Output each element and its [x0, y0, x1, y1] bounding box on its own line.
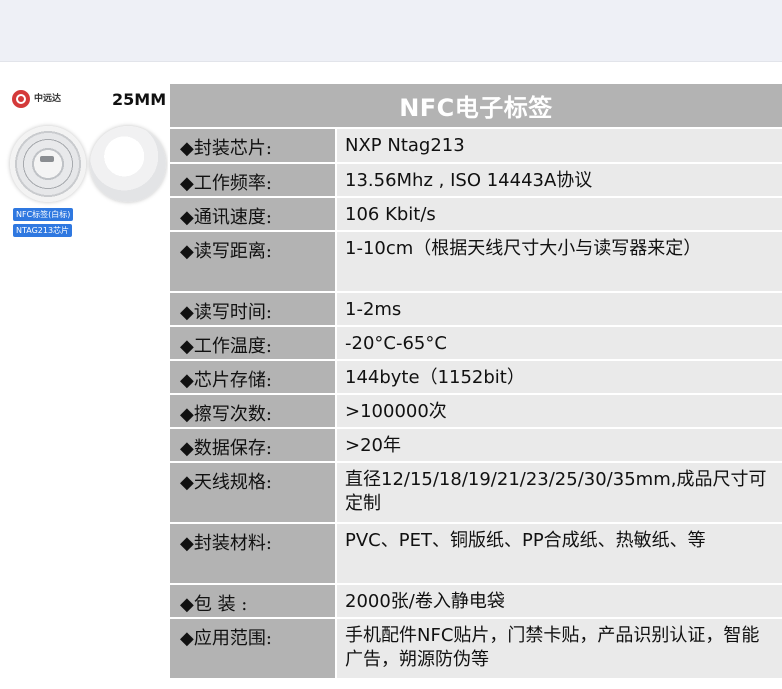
spec-row: ◆封装芯片: NXP Ntag213	[168, 127, 782, 162]
spec-label: ◆工作频率:	[168, 164, 335, 196]
brand-logo-icon	[12, 90, 30, 108]
brand-name: 中远达	[34, 93, 62, 104]
spec-value: -20°C-65°C	[335, 327, 782, 359]
spec-row: ◆天线规格: 直径12/15/18/19/21/23/25/30/35mm,成品…	[168, 461, 782, 522]
spec-label: ◆天线规格:	[168, 463, 335, 522]
spec-label: ◆工作温度:	[168, 327, 335, 359]
spec-row: ◆工作温度: -20°C-65°C	[168, 325, 782, 359]
spec-value: 1-10cm（根据天线尺寸大小与读写器来定）	[335, 232, 782, 291]
spec-value: NXP Ntag213	[335, 129, 782, 162]
spec-row: ◆工作频率: 13.56Mhz , ISO 14443A协议	[168, 162, 782, 196]
size-label: 25MM	[112, 90, 167, 109]
spec-row: ◆擦写次数: >100000次	[168, 393, 782, 427]
brand-logo: 中远达	[12, 90, 61, 108]
spec-table-title: NFC电子标签	[168, 84, 782, 127]
spec-value: >100000次	[335, 395, 782, 427]
spec-row: ◆应用范围: 手机配件NFC贴片，门禁卡贴，产品识别认证，智能广告，朔源防伪等	[168, 617, 782, 678]
badge-chip: NTAG213芯片	[13, 224, 73, 237]
spec-value: 直径12/15/18/19/21/23/25/30/35mm,成品尺寸可定制	[335, 463, 782, 522]
spec-value: 13.56Mhz , ISO 14443A协议	[335, 164, 782, 196]
spec-label: ◆封装芯片:	[168, 129, 335, 162]
spec-label: ◆通讯速度:	[168, 198, 335, 230]
spec-row: ◆封装材料: PVC、PET、铜版纸、PP合成纸、热敏纸、等	[168, 522, 782, 583]
spec-row: ◆包 装 : 2000张/卷入静电袋	[168, 583, 782, 617]
spec-label: ◆芯片存储:	[168, 361, 335, 393]
spec-row: ◆通讯速度: 106 Kbit/s	[168, 196, 782, 230]
spec-table: NFC电子标签 ◆封装芯片: NXP Ntag213 ◆工作频率: 13.56M…	[168, 84, 782, 678]
spec-label: ◆读写距离:	[168, 232, 335, 291]
nfc-tag-white-image	[90, 126, 166, 202]
spec-value: PVC、PET、铜版纸、PP合成纸、热敏纸、等	[335, 524, 782, 583]
spec-value: 144byte（1152bit）	[335, 361, 782, 393]
spec-row: ◆芯片存储: 144byte（1152bit）	[168, 359, 782, 393]
spec-label: ◆数据保存:	[168, 429, 335, 461]
spec-value: 1-2ms	[335, 293, 782, 325]
spec-value: >20年	[335, 429, 782, 461]
spec-row: ◆读写距离: 1-10cm（根据天线尺寸大小与读写器来定）	[168, 230, 782, 291]
badge-white-label: NFC标签(白标)	[13, 208, 74, 221]
spec-label: ◆擦写次数:	[168, 395, 335, 427]
spec-value: 2000张/卷入静电袋	[335, 585, 782, 617]
spec-value: 106 Kbit/s	[335, 198, 782, 230]
spec-row: ◆数据保存: >20年	[168, 427, 782, 461]
nfc-tag-inlay-image	[10, 126, 86, 202]
spec-label: ◆封装材料:	[168, 524, 335, 583]
product-image-panel: 中远达 25MM NFC标签(白标) NTAG213芯片	[0, 62, 168, 689]
spec-value: 手机配件NFC贴片，门禁卡贴，产品识别认证，智能广告，朔源防伪等	[335, 619, 782, 678]
spec-row: ◆读写时间: 1-2ms	[168, 291, 782, 325]
spec-label: ◆包 装 :	[168, 585, 335, 617]
top-bar	[0, 0, 782, 62]
spec-label: ◆读写时间:	[168, 293, 335, 325]
spec-label: ◆应用范围:	[168, 619, 335, 678]
